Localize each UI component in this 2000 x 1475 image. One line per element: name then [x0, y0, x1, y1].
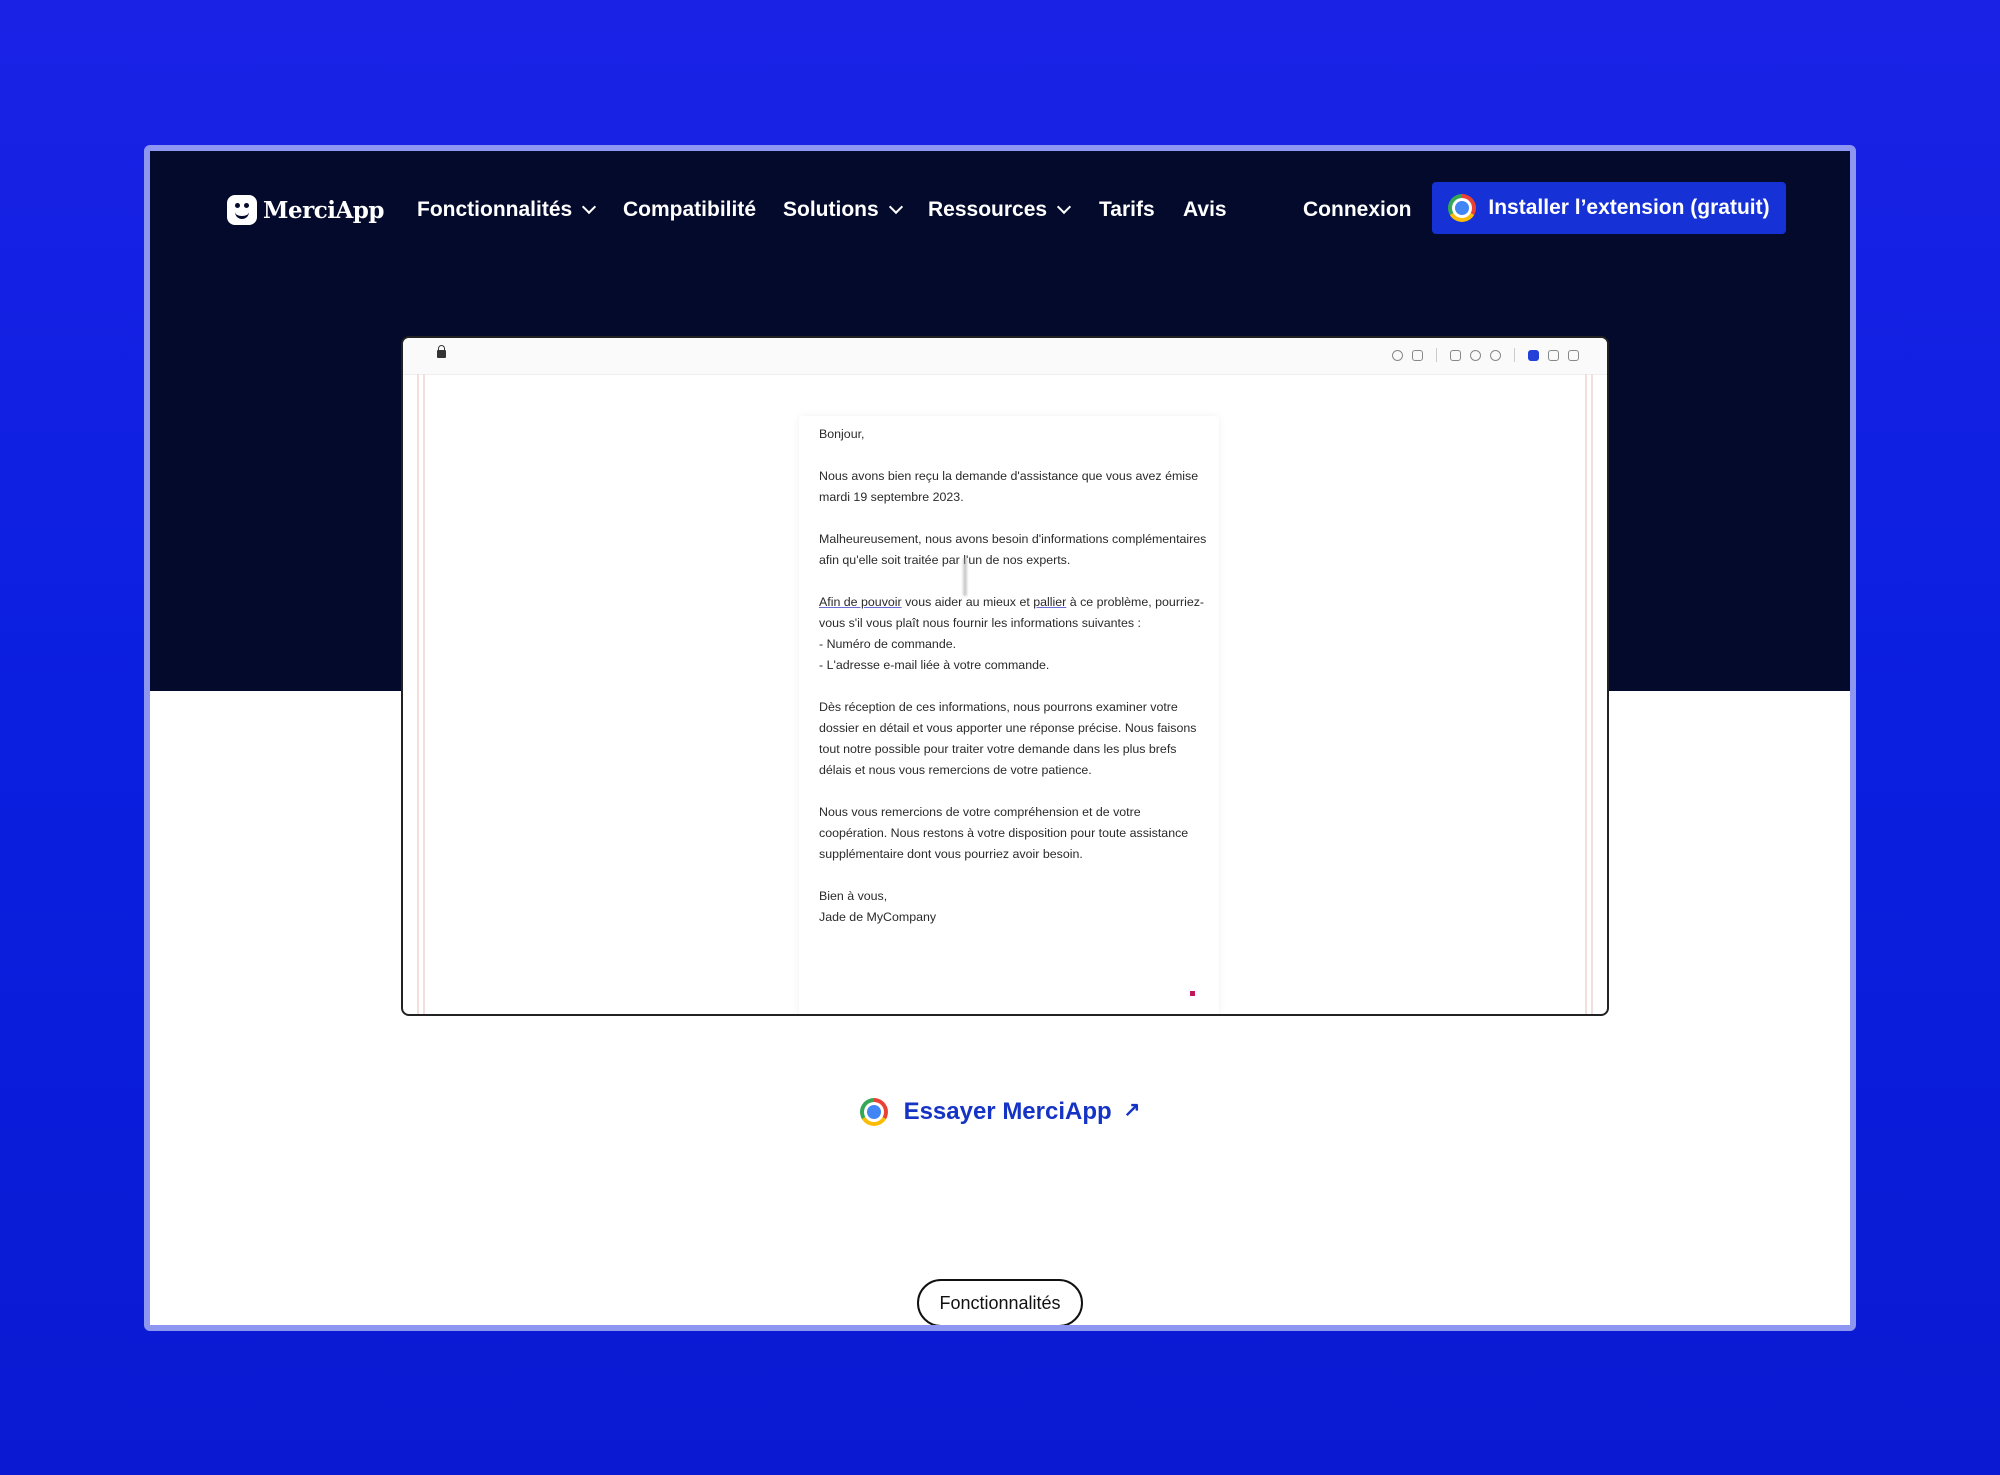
chevron-down-icon: [582, 199, 597, 215]
nav-item-label: Solutions: [783, 198, 879, 221]
install-button-label: Installer l’extension (gratuit): [1488, 196, 1770, 219]
nav-item-label: Ressources: [928, 198, 1048, 221]
email-paragraph: Nous vous remercions de votre compréhens…: [819, 805, 1189, 861]
login-link[interactable]: Connexion: [1303, 198, 1412, 222]
cta-label: Essayer MerciApp: [903, 1098, 1112, 1125]
nav-item-avis[interactable]: Avis: [1183, 198, 1227, 222]
email-signature: Jade de MyCompany: [819, 910, 937, 924]
link-icon[interactable]: [1392, 349, 1403, 361]
nav-item-tarifs[interactable]: Tarifs: [1099, 198, 1155, 222]
globe-icon[interactable]: [1470, 349, 1481, 361]
camera-icon[interactable]: [1412, 349, 1423, 361]
chevron-down-icon: [888, 199, 903, 215]
email-paragraph: Afin de pouvoir vous aider au mieux et p…: [819, 595, 1205, 630]
top-nav: MerciApp Fonctionnalités Compatibilité S…: [150, 151, 1850, 271]
nav-item-label: Tarifs: [1099, 198, 1155, 221]
nav-item-ressources[interactable]: Ressources: [928, 198, 1072, 222]
split-view-icon[interactable]: [1568, 349, 1579, 361]
demo-editor-window: Bonjour, Nous avons bien reçu la demande…: [401, 336, 1609, 1016]
nav-item-label: Avis: [1183, 198, 1227, 221]
email-paragraph: Dès réception de ces informations, nous …: [819, 700, 1197, 777]
chrome-icon: [859, 1098, 888, 1126]
lock-icon: [437, 345, 446, 358]
chevron-down-icon: [1057, 199, 1072, 215]
nav-item-compatibilite[interactable]: Compatibilité: [623, 198, 756, 222]
section-pill[interactable]: Fonctionnalités: [917, 1279, 1083, 1325]
email-paragraph: Malheureusement, nous avons besoin d'inf…: [819, 532, 1207, 567]
merciapp-extension-icon[interactable]: [1528, 349, 1539, 361]
email-closing: Bien à vous,: [819, 889, 888, 903]
nav-item-label: Fonctionnalités: [417, 198, 573, 221]
external-arrow-icon: ↗: [1123, 1098, 1141, 1121]
notes-icon[interactable]: [1548, 349, 1559, 361]
nav-item-solutions[interactable]: Solutions: [783, 198, 903, 222]
email-body[interactable]: Bonjour, Nous avons bien reçu la demande…: [799, 416, 1219, 1014]
merciapp-logo-icon: [227, 195, 257, 225]
suggestion-underline[interactable]: pallier: [1033, 595, 1066, 609]
nav-item-label: Compatibilité: [623, 198, 757, 221]
nav-item-fonctionnalites[interactable]: Fonctionnalités: [417, 198, 597, 222]
email-paragraph: Nous avons bien reçu la demande d'assist…: [819, 469, 1199, 504]
email-list-item: - L'adresse e-mail liée à votre commande…: [819, 658, 1050, 672]
editor-toolbar: [403, 338, 1607, 375]
install-extension-button[interactable]: Installer l’extension (gratuit): [1432, 182, 1786, 234]
merciapp-indicator-icon[interactable]: [1190, 991, 1195, 996]
logo-text: MerciApp: [263, 196, 384, 224]
browser-frame: MerciApp Fonctionnalités Compatibilité S…: [144, 145, 1856, 1331]
terminal-icon[interactable]: [1450, 349, 1461, 361]
try-merciapp-link[interactable]: Essayer MerciApp ↗: [150, 1098, 1850, 1126]
logo[interactable]: MerciApp: [227, 195, 384, 225]
login-label: Connexion: [1303, 198, 1412, 221]
suggestion-underline[interactable]: Afin de pouvoir: [819, 595, 902, 609]
email-greeting: Bonjour,: [819, 427, 865, 441]
chrome-icon: [1448, 194, 1477, 222]
target-icon[interactable]: [1490, 349, 1501, 361]
text-cursor-icon: [963, 558, 967, 596]
email-list-item: - Numéro de commande.: [819, 637, 957, 651]
